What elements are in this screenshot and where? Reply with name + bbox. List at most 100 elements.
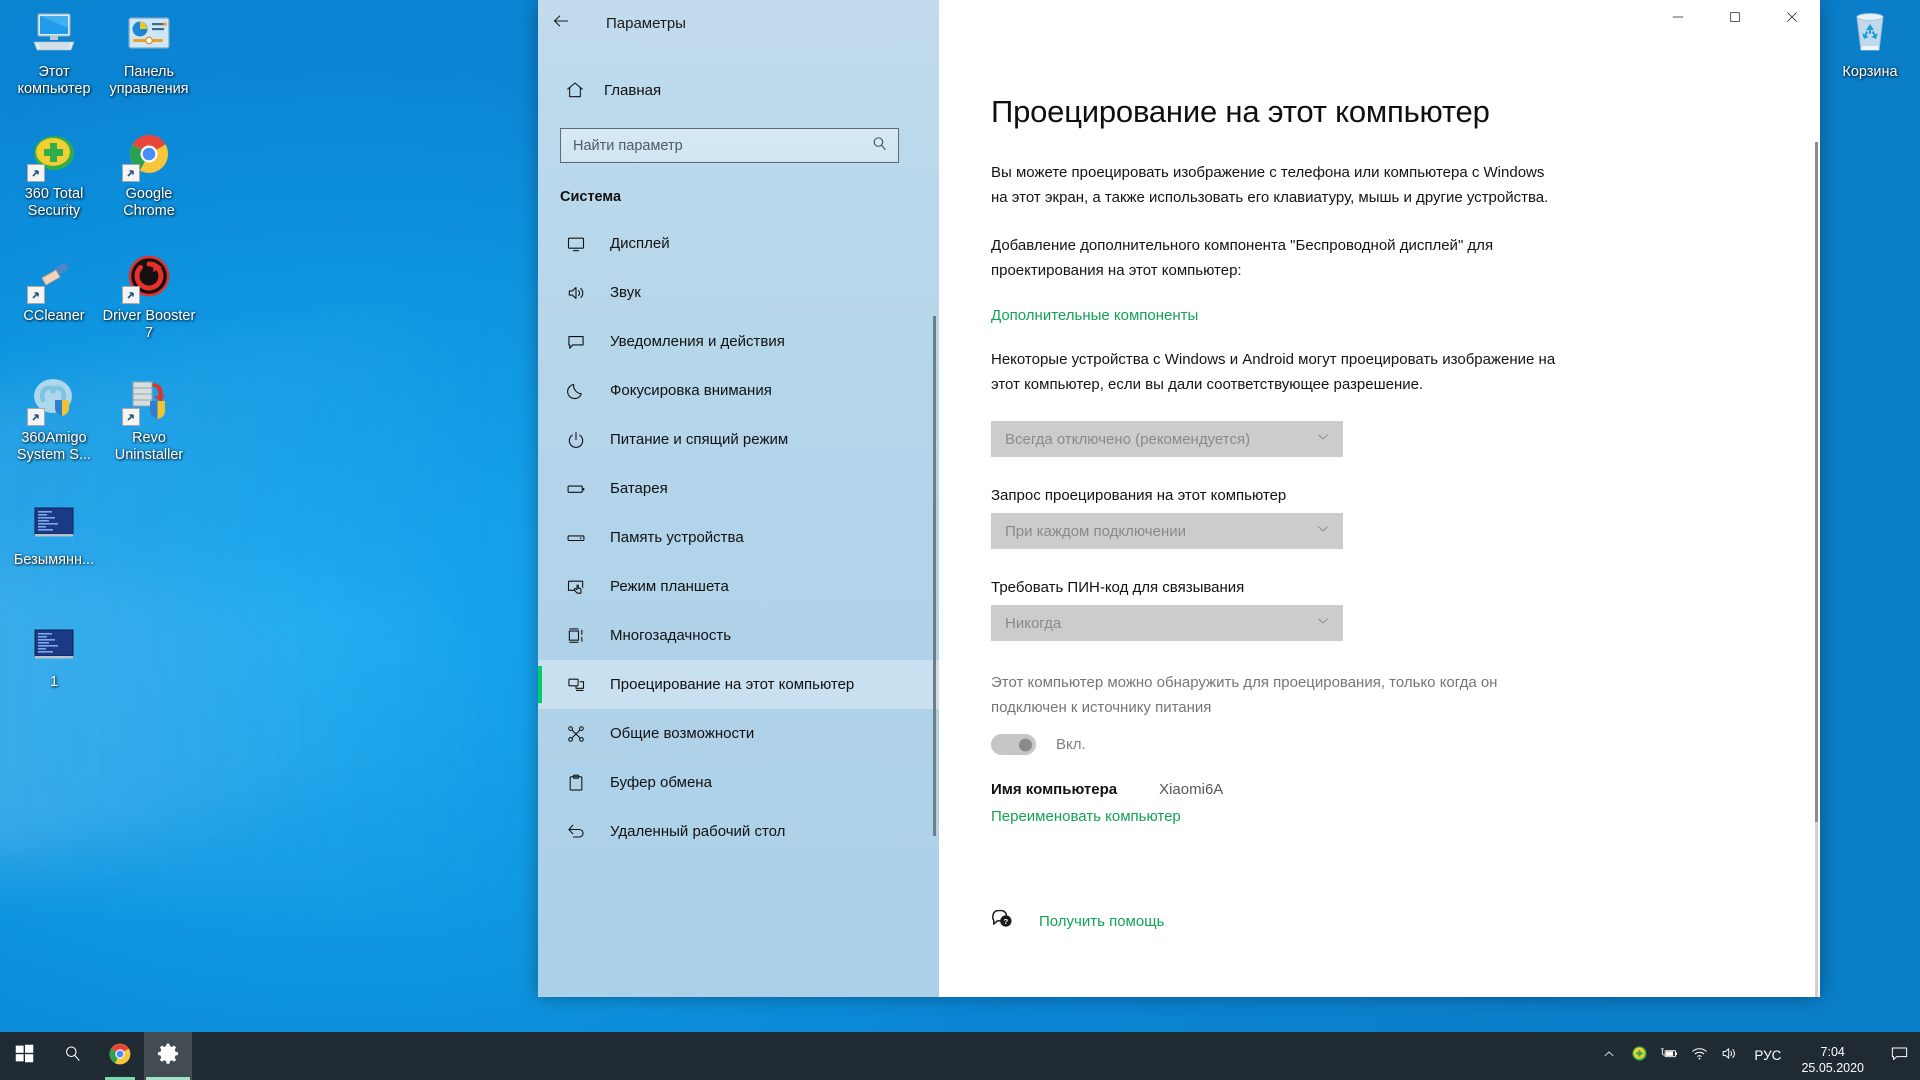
permission-paragraph: Некоторые устройства с Windows и Android… [991, 351, 1556, 393]
desktop-icon-driver-booster[interactable]: Driver Booster 7 [101, 252, 197, 342]
sidebar-item-label: Звук [610, 284, 641, 301]
optional-features-link[interactable]: Дополнительные компоненты [991, 307, 1198, 324]
text-file-icon [29, 496, 79, 546]
toggle-knob [1019, 738, 1032, 751]
focus-assist-moon-icon [560, 381, 592, 401]
desktop-icon-label: 360Amigo System S... [16, 430, 92, 463]
window-titlebar[interactable]: Параметры [538, 0, 1820, 46]
sidebar-item-multitasking[interactable]: Многозадачность [538, 611, 939, 660]
desktop-icon-revo-uninstaller[interactable]: Revo Uninstaller [101, 374, 197, 464]
discoverable-paragraph: Этот компьютер можно обнаружить для прое… [991, 674, 1498, 716]
desktop-icon-label: Revo Uninstaller [114, 430, 184, 463]
sidebar-item-sound[interactable]: Звук [538, 268, 939, 317]
tray-360-total-security[interactable] [1624, 1032, 1654, 1080]
power-icon [560, 430, 592, 450]
taskbar-app-settings[interactable] [144, 1032, 192, 1080]
minimize-button[interactable] [1649, 0, 1706, 38]
sidebar-item-notifications[interactable]: Уведомления и действия [538, 317, 939, 366]
360amigo-icon [27, 374, 79, 426]
desktop-icon-recycle-bin[interactable]: Корзина [1822, 8, 1918, 81]
desktop-icon-untitled[interactable]: Безымянн... [6, 496, 102, 569]
taskbar: РУС 7:04 25.05.2020 [0, 1032, 1920, 1080]
sound-icon [560, 283, 592, 303]
sidebar-scrollbar[interactable] [933, 316, 936, 836]
shortcut-arrow-icon [27, 408, 45, 426]
window-title: Параметры [606, 14, 686, 32]
multitasking-icon [560, 626, 592, 646]
back-button[interactable] [538, 1, 584, 45]
show-hidden-icons-button[interactable] [1594, 1032, 1624, 1080]
sidebar-item-clipboard[interactable]: Буфер обмена [538, 758, 939, 807]
sidebar-search-wrap [538, 110, 939, 163]
pin-requirement-label: Требовать ПИН-код для связывания [991, 579, 1245, 596]
sidebar-item-shared-experiences[interactable]: Общие возможности [538, 709, 939, 758]
content-scrollbar[interactable] [1815, 142, 1818, 997]
search-input[interactable] [573, 137, 871, 154]
desktop-icon-label: CCleaner [23, 308, 85, 324]
desktop-icon-label: Этот компьютер [17, 64, 91, 97]
search-box[interactable] [560, 128, 899, 163]
sidebar-item-label: Уведомления и действия [610, 333, 785, 350]
desktop-icon-label: Панель управления [109, 64, 189, 97]
driver-booster-icon [122, 252, 174, 304]
system-tray: РУС 7:04 25.05.2020 [1594, 1032, 1920, 1080]
projection-permission-dropdown[interactable]: Всегда отключено (рекомендуется) [991, 421, 1343, 457]
desktop-icon-360amigo[interactable]: 360Amigo System S... [6, 374, 102, 464]
search-icon [63, 1044, 82, 1068]
power-discoverable-toggle[interactable] [991, 734, 1036, 755]
tray-network[interactable] [1684, 1032, 1714, 1080]
get-help-link[interactable]: Получить помощь [1039, 913, 1164, 930]
sidebar-item-tablet-mode[interactable]: Режим планшета [538, 562, 939, 611]
show-hidden-icons-chevron-up-icon [1602, 1047, 1616, 1066]
ccleaner-icon [27, 252, 79, 304]
page-title: Проецирование на этот компьютер [991, 94, 1490, 129]
dropdown-value: Никогда [1005, 614, 1062, 632]
tablet-mode-icon [560, 577, 592, 597]
start-button[interactable] [0, 1032, 48, 1080]
language-indicator[interactable]: РУС [1744, 1032, 1795, 1080]
desktop-icon-label: 360 Total Security [24, 186, 84, 219]
get-help-row[interactable]: ? Получить помощь [991, 908, 1164, 935]
pin-requirement-dropdown[interactable]: Никогда [991, 605, 1343, 641]
desktop-icon-360-total-security[interactable]: 360 Total Security [6, 130, 102, 220]
rename-computer-link[interactable]: Переименовать компьютер [991, 808, 1181, 825]
shortcut-arrow-icon [27, 286, 45, 304]
sidebar-item-label: Общие возможности [610, 725, 755, 742]
sidebar-item-display[interactable]: Дисплей [538, 219, 939, 268]
chrome-icon [122, 130, 174, 182]
sidebar-item-projecting-to-this-pc[interactable]: Проецирование на этот компьютер [538, 660, 939, 709]
battery-icon [560, 479, 592, 499]
this-pc-icon [29, 8, 79, 58]
tray-battery[interactable] [1654, 1032, 1684, 1080]
close-button[interactable] [1763, 0, 1820, 38]
sidebar-item-remote-desktop[interactable]: Удаленный рабочий стол [538, 807, 939, 856]
projection-request-dropdown[interactable]: При каждом подключении [991, 513, 1343, 549]
taskbar-search-button[interactable] [48, 1032, 96, 1080]
taskbar-app-chrome[interactable] [96, 1032, 144, 1080]
back-arrow-icon [551, 11, 571, 36]
shortcut-arrow-icon [122, 408, 140, 426]
tray-volume[interactable] [1714, 1032, 1744, 1080]
shortcut-arrow-icon [27, 164, 45, 182]
sidebar-item-power-sleep[interactable]: Питание и спящий режим [538, 415, 939, 464]
taskbar-clock[interactable]: 7:04 25.05.2020 [1795, 1036, 1878, 1076]
start-windows-icon [14, 1043, 35, 1069]
sidebar-item-focus-assist[interactable]: Фокусировка внимания [538, 366, 939, 415]
action-center-button[interactable] [1878, 1032, 1920, 1080]
desktop-icon-this-pc[interactable]: Этот компьютер [6, 8, 102, 98]
sidebar-item-battery[interactable]: Батарея [538, 464, 939, 513]
desktop-icon-chrome[interactable]: Google Chrome [101, 130, 197, 220]
home-icon [556, 80, 594, 100]
desktop-icon-control-panel[interactable]: Панель управления [101, 8, 197, 98]
maximize-button[interactable] [1706, 0, 1763, 38]
sidebar-item-storage[interactable]: Память устройства [538, 513, 939, 562]
desktop-icon-ccleaner[interactable]: CCleaner [6, 252, 102, 325]
desktop-icon-label: Безымянн... [13, 552, 95, 568]
sidebar-group-title: Система [560, 189, 622, 205]
settings-window[interactable]: Параметры Главная Найти параметр Система… [538, 0, 1820, 997]
sidebar-item-label: Питание и спящий режим [610, 431, 789, 448]
intro-paragraph: Вы можете проецировать изображение с тел… [991, 164, 1549, 206]
text-file-icon [29, 618, 79, 668]
desktop-icon-file-1[interactable]: 1 [6, 618, 102, 691]
sidebar-item-home[interactable]: Главная [538, 70, 939, 110]
